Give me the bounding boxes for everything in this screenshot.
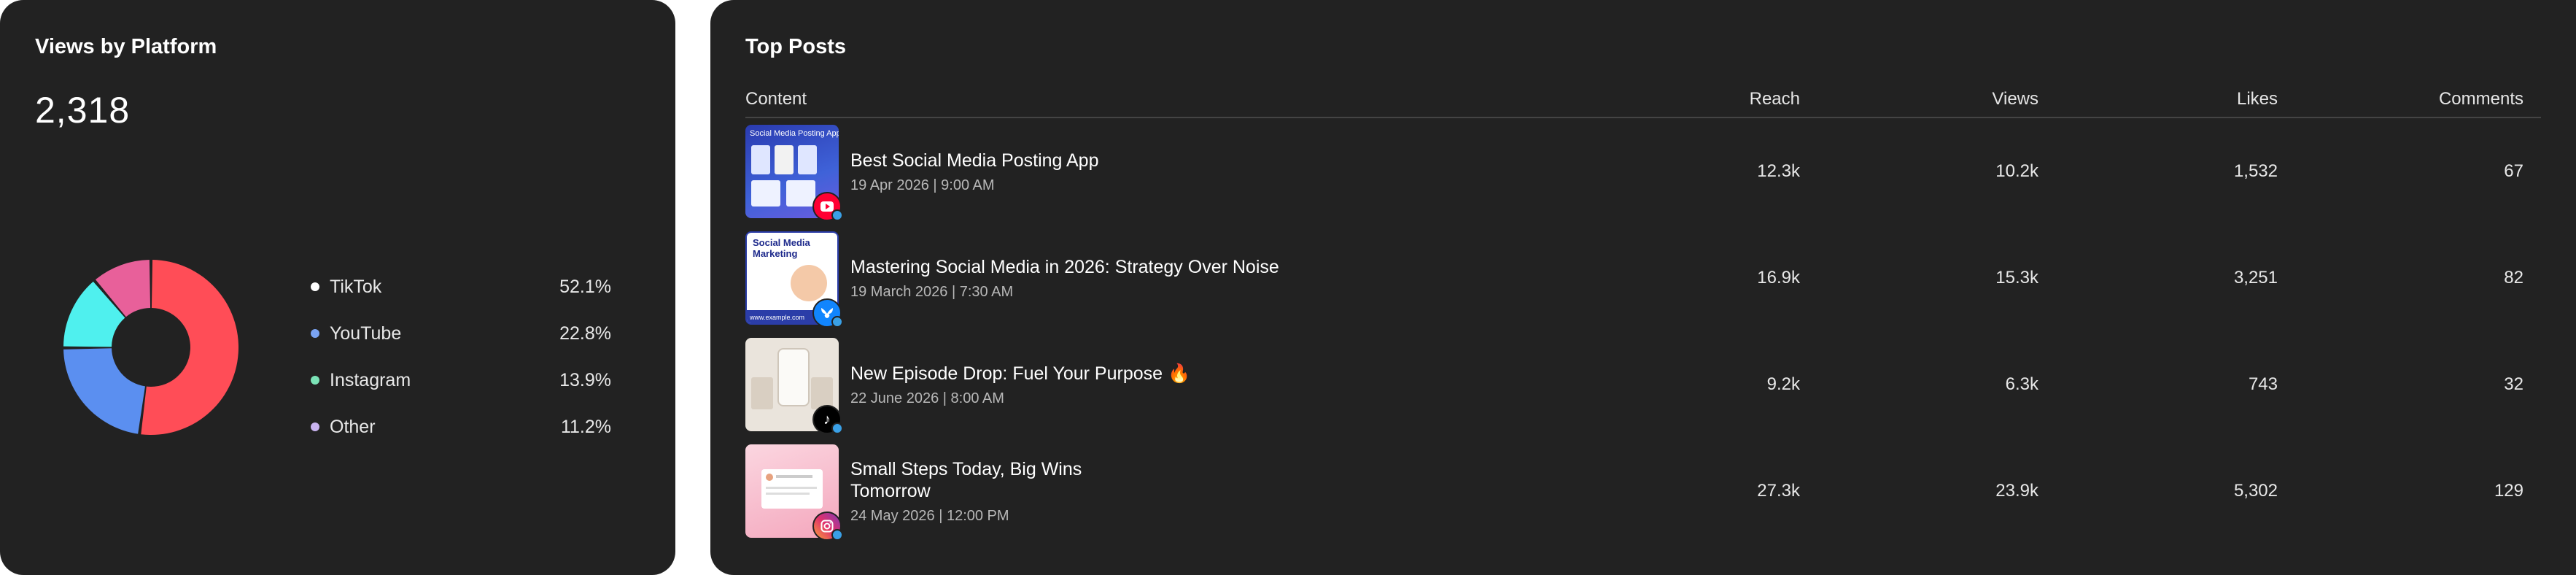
table-row[interactable]: Social Media Marketing www.example.com M…	[745, 225, 2541, 331]
comments-value: 67	[2504, 161, 2523, 181]
tiktok-icon: ♪	[812, 405, 843, 434]
legend-value: 13.9%	[559, 369, 611, 390]
instagram-icon	[812, 512, 843, 541]
views-value: 6.3k	[2005, 374, 2038, 394]
legend-value: 11.2%	[560, 416, 611, 437]
post-thumbnail: ♪	[745, 338, 843, 434]
table-row[interactable]: Small Steps Today, Big Wins Tomorrow 24 …	[745, 438, 2541, 544]
post-thumbnail: Social Media Marketing www.example.com	[745, 231, 843, 328]
table-row[interactable]: ♪ New Episode Drop: Fuel Your Purpose 🔥 …	[745, 331, 2541, 438]
post-date: 19 March 2026 | 7:30 AM	[850, 283, 1014, 300]
donut-slice-youtube[interactable]	[63, 348, 145, 434]
top-posts-table: Content Reach Views Likes Comments Socia…	[745, 82, 2541, 544]
legend-dot	[311, 422, 319, 431]
thumbnail-footer: www.example.com	[750, 314, 805, 321]
comments-value: 129	[2494, 481, 2523, 501]
legend-value: 52.1%	[559, 276, 611, 297]
post-thumbnail	[745, 444, 843, 541]
table-header: Content Reach Views Likes Comments	[745, 82, 2541, 118]
top-posts-title: Top Posts	[745, 35, 847, 58]
likes-value: 3,251	[2233, 268, 2278, 288]
views-value: 10.2k	[1995, 161, 2038, 181]
post-title[interactable]: New Episode Drop: Fuel Your Purpose 🔥	[850, 363, 1190, 385]
thumbnail-caption: Social Media Marketing	[753, 237, 810, 259]
top-posts-card: Top Posts Content Reach Views Likes Comm…	[710, 0, 2576, 575]
legend-item-tiktok: TikTok 52.1%	[311, 263, 611, 310]
likes-value: 743	[2248, 374, 2278, 394]
likes-value: 5,302	[2233, 481, 2278, 501]
legend-dot	[311, 282, 319, 291]
post-date: 22 June 2026 | 8:00 AM	[850, 390, 1004, 406]
post-title[interactable]: Best Social Media Posting App	[850, 150, 1098, 171]
column-header-views[interactable]: Views	[1992, 89, 2038, 109]
legend-label: TikTok	[330, 276, 382, 297]
views-by-platform-card: Views by Platform 2,318 TikTok 52.1% You…	[0, 0, 675, 575]
comments-value: 32	[2504, 374, 2523, 394]
column-header-likes[interactable]: Likes	[2237, 89, 2278, 109]
likes-value: 1,532	[2233, 161, 2278, 181]
donut-slice-tiktok[interactable]	[141, 260, 238, 435]
platform-legend: TikTok 52.1% YouTube 22.8% Instagram 13.…	[311, 263, 611, 450]
legend-label: YouTube	[330, 323, 402, 344]
views-card-title: Views by Platform	[35, 35, 217, 58]
post-thumbnail: Social Media Posting App	[745, 125, 843, 221]
post-title[interactable]: Small Steps Today, Big Wins Tomorrow	[850, 458, 1128, 502]
views-value: 23.9k	[1995, 481, 2038, 501]
reach-value: 12.3k	[1757, 161, 1800, 181]
total-views: 2,318	[35, 90, 131, 131]
reach-value: 27.3k	[1757, 481, 1800, 501]
legend-item-youtube: YouTube 22.8%	[311, 310, 611, 357]
youtube-icon	[812, 192, 843, 221]
column-header-reach[interactable]: Reach	[1750, 89, 1800, 109]
legend-item-other: Other 11.2%	[311, 404, 611, 450]
comments-value: 82	[2504, 268, 2523, 288]
legend-label: Instagram	[330, 369, 411, 390]
post-title[interactable]: Mastering Social Media in 2026: Strategy…	[850, 256, 1279, 278]
legend-dot	[311, 329, 319, 338]
column-header-comments[interactable]: Comments	[2439, 89, 2523, 109]
thumbnail-caption: Social Media Posting App	[750, 129, 839, 138]
platform-donut-chart	[63, 260, 238, 435]
reach-value: 9.2k	[1766, 374, 1800, 394]
legend-dot	[311, 376, 319, 385]
legend-label: Other	[330, 416, 376, 437]
legend-item-instagram: Instagram 13.9%	[311, 357, 611, 404]
legend-value: 22.8%	[559, 323, 611, 344]
table-row[interactable]: Social Media Posting App Best Social Med…	[745, 118, 2541, 225]
reach-value: 16.9k	[1757, 268, 1800, 288]
bluesky-icon	[812, 298, 843, 328]
post-date: 19 Apr 2026 | 9:00 AM	[850, 177, 995, 193]
views-value: 15.3k	[1995, 268, 2038, 288]
post-date: 24 May 2026 | 12:00 PM	[850, 507, 1009, 524]
